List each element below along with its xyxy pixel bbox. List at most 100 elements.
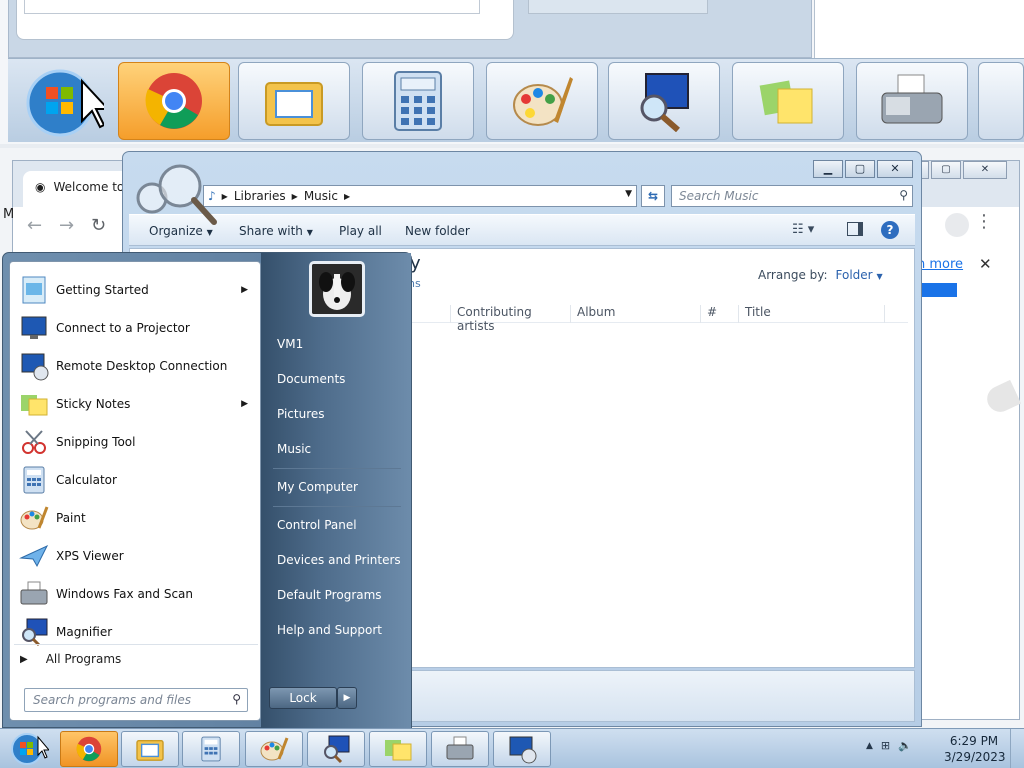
user-name-link[interactable]: VM1 (277, 337, 303, 351)
documents-link[interactable]: Documents (277, 372, 345, 386)
explorer-close-button[interactable]: ✕ (877, 160, 913, 178)
taskbar-chrome-button[interactable] (60, 731, 118, 767)
fax-scan-icon (18, 578, 50, 610)
lens-start-orb[interactable] (12, 62, 112, 140)
sticky-notes-icon (759, 80, 813, 124)
show-desktop-button[interactable] (1010, 729, 1024, 768)
taskbar-magnifier-button[interactable] (307, 731, 365, 767)
column-track-number[interactable]: # (700, 305, 740, 323)
taskbar-calculator-button[interactable] (182, 731, 240, 767)
lens-remote-button[interactable] (978, 62, 1024, 140)
devices-printers-link[interactable]: Devices and Printers (277, 553, 401, 567)
chrome-maximize-button[interactable]: ▢ (931, 161, 961, 179)
lens-chrome-button[interactable] (118, 62, 230, 140)
chrome-close-button[interactable]: ✕ (963, 161, 1007, 179)
breadcrumb-libraries[interactable]: Libraries (234, 189, 286, 203)
remote-desktop-icon (18, 350, 50, 382)
explorer-maximize-button[interactable]: ▢ (845, 160, 875, 178)
music-link[interactable]: Music (277, 442, 311, 456)
refresh-button[interactable]: ⇆ (641, 185, 665, 207)
taskbar-sticky-notes-button[interactable] (369, 731, 427, 767)
show-hidden-icons-icon[interactable]: ▲ (866, 741, 873, 751)
change-view-icon[interactable]: ☷ ▾ (792, 222, 814, 237)
column-contributing-artists[interactable]: Contributing artists (450, 305, 570, 333)
preview-pane-icon[interactable] (847, 222, 863, 236)
new-folder-button[interactable]: New folder (405, 224, 470, 238)
help-support-link[interactable]: Help and Support (277, 623, 382, 637)
reload-icon[interactable]: ↻ (91, 215, 106, 236)
profile-avatar-icon[interactable] (945, 213, 969, 237)
program-label: Remote Desktop Connection (56, 359, 228, 373)
network-icon[interactable]: ⊞ (881, 739, 890, 752)
all-programs-button[interactable]: ▶ All Programs (20, 652, 121, 666)
start-menu-places-pane: VM1 Documents Pictures Music My Computer… (261, 253, 411, 729)
fax-icon (881, 74, 943, 124)
taskbar-explorer-button[interactable] (121, 731, 179, 767)
back-arrow-icon[interactable]: ← (27, 215, 42, 236)
lens-sticky-notes-button[interactable] (732, 62, 844, 140)
lock-button[interactable]: Lock (269, 687, 337, 709)
folder-icon (265, 82, 323, 126)
play-all-button[interactable]: Play all (339, 224, 382, 238)
help-icon[interactable]: ? (881, 221, 899, 239)
column-title[interactable]: Title (738, 305, 884, 323)
volume-muted-icon[interactable]: 🔈 (898, 739, 912, 752)
all-programs-label: All Programs (45, 652, 122, 666)
arrange-by-label: Arrange by: (758, 268, 828, 282)
program-xps-viewer[interactable]: XPS Viewer (14, 538, 258, 574)
program-getting-started[interactable]: Getting Started ▶ (14, 272, 258, 308)
program-remote-desktop[interactable]: Remote Desktop Connection (14, 348, 258, 384)
chevron-down-icon: ▼ (206, 228, 213, 237)
program-snipping-tool[interactable]: Snipping Tool (14, 424, 258, 460)
start-button[interactable] (6, 731, 50, 767)
monitor-magnifier-icon (640, 73, 689, 132)
arrange-by-dropdown[interactable]: Folder ▼ (836, 268, 883, 282)
program-label: Windows Fax and Scan (56, 587, 194, 601)
lens-calculator-button[interactable] (362, 62, 474, 140)
chrome-tab[interactable]: ◉ Welcome to (23, 171, 133, 207)
program-sticky-notes[interactable]: Sticky Notes ▶ (14, 386, 258, 422)
program-fax-scan[interactable]: Windows Fax and Scan (14, 576, 258, 612)
taskbar-remote-desktop-button[interactable] (493, 731, 551, 767)
chrome-menu-icon[interactable]: ⋮ (975, 211, 993, 232)
magnifier-icon (324, 735, 350, 764)
program-label: Connect to a Projector (56, 321, 190, 335)
lens-fax-button[interactable] (856, 62, 968, 140)
magnifier-lens-view (0, 0, 1024, 148)
system-clock[interactable]: 6:29 PM 3/29/2023 (944, 733, 1006, 765)
breadcrumb-music[interactable]: Music (304, 189, 338, 203)
address-bar[interactable]: ♪ ▶ Libraries ▶ Music ▶ ▼ (203, 185, 637, 207)
breadcrumb-separator-icon: ▶ (343, 191, 351, 201)
shutdown-options-arrow-icon[interactable]: ▶ (337, 687, 357, 709)
control-panel-link[interactable]: Control Panel (277, 518, 357, 532)
program-calculator[interactable]: Calculator (14, 462, 258, 498)
column-extra[interactable] (884, 305, 908, 323)
taskbar-fax-button[interactable] (431, 731, 489, 767)
pictures-link[interactable]: Pictures (277, 407, 325, 421)
lens-right-pane (814, 0, 1024, 58)
magnifier-glass-icon[interactable] (130, 158, 220, 228)
lens-paint-button[interactable] (486, 62, 598, 140)
program-label: Paint (56, 511, 86, 525)
column-album[interactable]: Album (570, 305, 700, 323)
lens-explorer-button[interactable] (238, 62, 350, 140)
program-paint[interactable]: Paint (14, 500, 258, 536)
forward-arrow-icon[interactable]: → (59, 215, 74, 236)
arrange-by-value: Folder (835, 268, 873, 282)
program-connect-projector[interactable]: Connect to a Projector (14, 310, 258, 346)
default-programs-link[interactable]: Default Programs (277, 588, 382, 602)
my-computer-link[interactable]: My Computer (277, 480, 358, 494)
address-dropdown-icon[interactable]: ▼ (625, 189, 632, 199)
program-label: XPS Viewer (56, 549, 124, 563)
sticky-notes-icon (385, 740, 412, 761)
explorer-minimize-button[interactable]: ▁ (813, 160, 843, 178)
user-avatar[interactable] (309, 261, 365, 317)
share-with-button[interactable]: Share with ▼ (239, 224, 313, 238)
search-programs-input[interactable]: Search programs and files ⚲ (24, 688, 248, 712)
taskbar-paint-button[interactable] (245, 731, 303, 767)
learn-more-link[interactable]: n more (917, 257, 963, 272)
search-music-input[interactable]: Search Music ⚲ (671, 185, 913, 207)
infobar-close-icon[interactable]: ✕ (979, 255, 992, 273)
lens-magnifier-button[interactable] (608, 62, 720, 140)
chrome-icon (145, 73, 202, 129)
